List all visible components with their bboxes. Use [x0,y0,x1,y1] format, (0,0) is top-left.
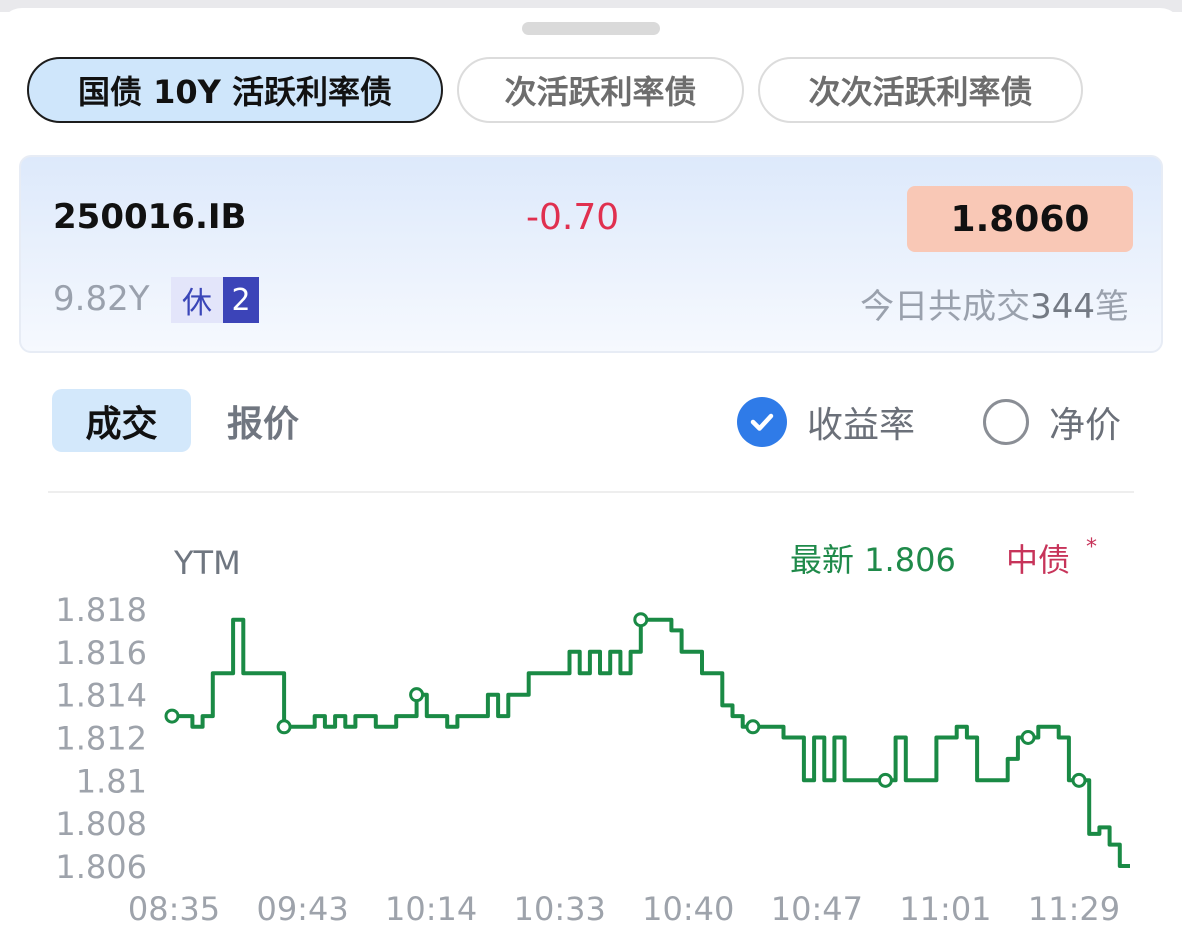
x-tick-label: 11:29 [1028,890,1120,928]
y-tick-label: 1.812 [55,720,147,758]
trade-point-marker[interactable] [1020,730,1036,745]
trade-point-marker[interactable] [633,612,649,628]
trade-point-marker[interactable] [164,708,180,724]
trade-point-marker[interactable] [276,719,292,735]
yield-series-line [172,617,1130,868]
y-tick-label: 1.816 [55,634,147,672]
trade-point-marker[interactable] [745,719,761,735]
yield-chart[interactable]: 1.818 1.816 1.814 1.812 1.81 1.808 1.806 08:35 0… [0,0,1182,941]
x-tick-label: 09:43 [256,890,348,928]
x-tick-label: 10:40 [642,890,734,928]
y-tick-label: 1.814 [55,677,147,715]
y-tick-label: 1.81 [76,762,147,800]
trade-point-marker[interactable] [877,772,893,788]
trade-point-marker[interactable] [1071,772,1087,788]
y-tick-label: 1.818 [55,591,147,629]
x-tick-label: 10:47 [771,890,863,928]
y-tick-label: 1.808 [55,805,147,843]
x-tick-label: 10:14 [385,890,477,928]
x-tick-label: 10:33 [514,890,606,928]
y-tick-label: 1.806 [55,848,147,886]
trade-point-marker[interactable] [409,687,425,703]
x-tick-label: 08:35 [128,890,220,928]
x-tick-label: 11:01 [899,890,991,928]
